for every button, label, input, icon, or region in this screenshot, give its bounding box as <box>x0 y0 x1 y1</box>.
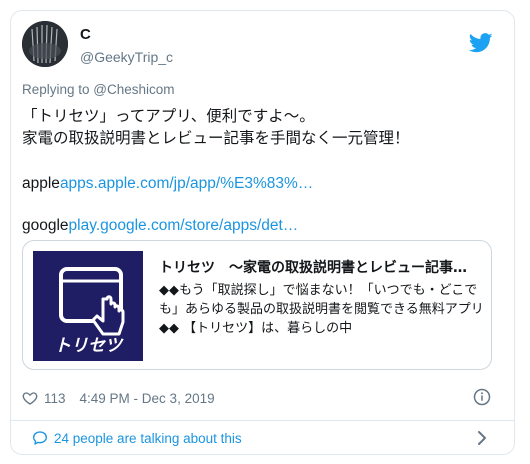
replying-to: Replying to @Cheshicom <box>22 82 175 97</box>
avatar-image <box>22 21 68 67</box>
tweet-timestamp[interactable]: 4:49 PM - Dec 3, 2019 <box>80 391 215 406</box>
preview-thumbnail: トリセツ <box>33 251 143 361</box>
tweet-text: 「トリセツ」ってアプリ、便利ですよ〜。 <box>22 107 315 125</box>
twitter-bird-icon[interactable] <box>469 33 493 53</box>
reply-mention-link[interactable]: @Cheshicom <box>93 82 174 97</box>
tweet-text-line-1: 「トリセツ」ってアプリ、便利ですよ〜。 <box>22 104 315 126</box>
avatar[interactable] <box>22 21 68 67</box>
google-play-link[interactable]: play.google.com/store/apps/det… <box>69 217 299 234</box>
heart-icon[interactable] <box>22 390 38 406</box>
logo-wordmark: トリセツ <box>54 336 124 356</box>
tweet-meta: 113 4:49 PM - Dec 3, 2019 <box>22 387 215 409</box>
speech-bubble-icon <box>33 431 47 445</box>
user-handle[interactable]: @GeekyTrip_c <box>80 49 173 65</box>
apple-store-link[interactable]: apps.apple.com/jp/app/%E3%83%… <box>60 175 313 192</box>
preview-description: ◆◆もう「取説探し」で悩まない！「いつでも・どこでも」あらゆる製品の取扱説明書を… <box>159 283 484 336</box>
apple-label: apple <box>22 175 60 192</box>
google-link-line: googleplay.google.com/store/apps/det… <box>22 216 298 235</box>
apple-link-line: appleapps.apple.com/jp/app/%E3%83%… <box>22 174 313 193</box>
google-label: google <box>22 217 69 234</box>
display-name[interactable]: C <box>80 26 91 43</box>
tweet-text-line-2: 家電の取扱説明書とレビュー記事を手間なく一元管理！ <box>22 126 410 148</box>
talking-count-text[interactable]: 24 people are talking about this <box>54 431 242 446</box>
link-preview-card[interactable]: トリセツ トリセツ ～家電の取扱説明書とレビュー記事… ◆◆もう「取説探し」で悩… <box>22 240 492 370</box>
preview-title[interactable]: トリセツ ～家電の取扱説明書とレビュー記事… <box>159 257 485 277</box>
like-count[interactable]: 113 <box>44 391 66 406</box>
replying-prefix: Replying to <box>22 82 94 97</box>
tweet-text: 家電の取扱説明書とレビュー記事を手間なく一元管理！ <box>22 129 410 147</box>
chevron-right-icon[interactable] <box>476 430 488 446</box>
info-icon[interactable] <box>473 388 491 406</box>
torisetsu-logo-icon: トリセツ <box>33 251 143 361</box>
conversation-link[interactable]: 24 people are talking about this <box>32 428 242 448</box>
divider <box>10 420 515 421</box>
